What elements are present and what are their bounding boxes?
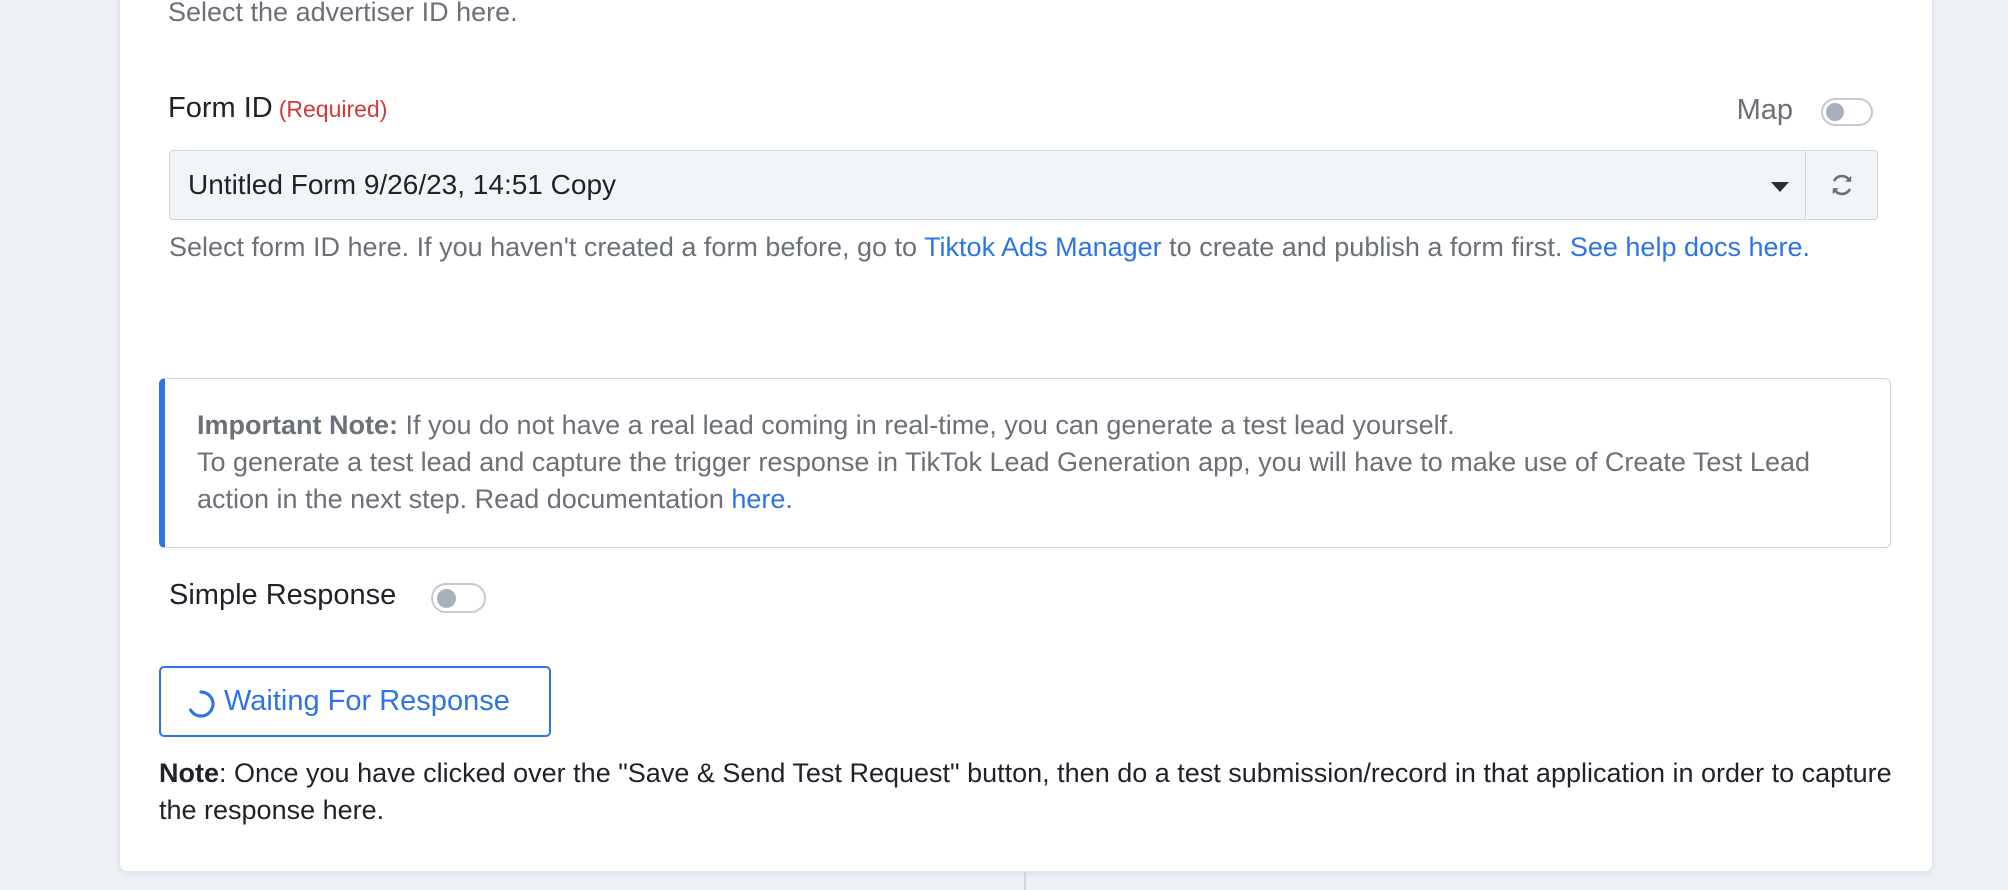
- refresh-button[interactable]: [1807, 150, 1878, 220]
- waiting-for-response-label: Waiting For Response: [224, 685, 510, 717]
- important-note-line1: If you do not have a real lead coming in…: [397, 410, 1455, 440]
- form-id-selected-value: Untitled Form 9/26/23, 14:51 Copy: [188, 169, 617, 200]
- refresh-icon: [1832, 174, 1852, 196]
- map-toggle-knob: [1826, 103, 1844, 121]
- form-id-label-row: Form ID (Required) Map: [168, 90, 1873, 134]
- important-note-title: Important Note:: [197, 410, 398, 440]
- simple-response-label: Simple Response: [169, 579, 397, 611]
- form-id-help-prefix: Select form ID here. If you haven't crea…: [169, 232, 925, 262]
- tiktok-ads-manager-link[interactable]: Tiktok Ads Manager: [924, 232, 1162, 262]
- capture-response-note: Note: Once you have clicked over the "Sa…: [159, 755, 1899, 829]
- spinner-icon: [189, 690, 215, 718]
- map-toggle[interactable]: [1821, 98, 1873, 126]
- capture-note-title: Note: [159, 758, 219, 788]
- form-id-label-text: Form ID: [168, 92, 273, 124]
- form-id-select[interactable]: Untitled Form 9/26/23, 14:51 Copy: [169, 150, 1806, 220]
- required-indicator: (Required): [278, 96, 388, 122]
- important-note-box: Important Note: If you do not have a rea…: [159, 378, 1891, 548]
- form-id-help: Select form ID here. If you haven't crea…: [169, 229, 1889, 266]
- waiting-for-response-button[interactable]: Waiting For Response: [159, 666, 551, 737]
- advertiser-help-text: Select the advertiser ID here.: [168, 0, 518, 27]
- documentation-link[interactable]: here.: [731, 484, 793, 514]
- simple-response-toggle-knob: [437, 589, 456, 608]
- connector-line: [1024, 872, 1026, 890]
- form-id-label: Form ID (Required): [168, 92, 387, 125]
- important-note-line2: To generate a test lead and capture the …: [197, 447, 1810, 514]
- map-label: Map: [1736, 94, 1793, 126]
- help-docs-link[interactable]: See help docs here.: [1570, 232, 1810, 262]
- important-note-text: Important Note: If you do not have a rea…: [197, 407, 1867, 518]
- capture-note-text: : Once you have clicked over the "Save &…: [159, 758, 1892, 825]
- caret-down-icon: [1771, 182, 1789, 192]
- simple-response-toggle[interactable]: [431, 583, 486, 613]
- form-id-help-middle: to create and publish a form first.: [1161, 232, 1570, 262]
